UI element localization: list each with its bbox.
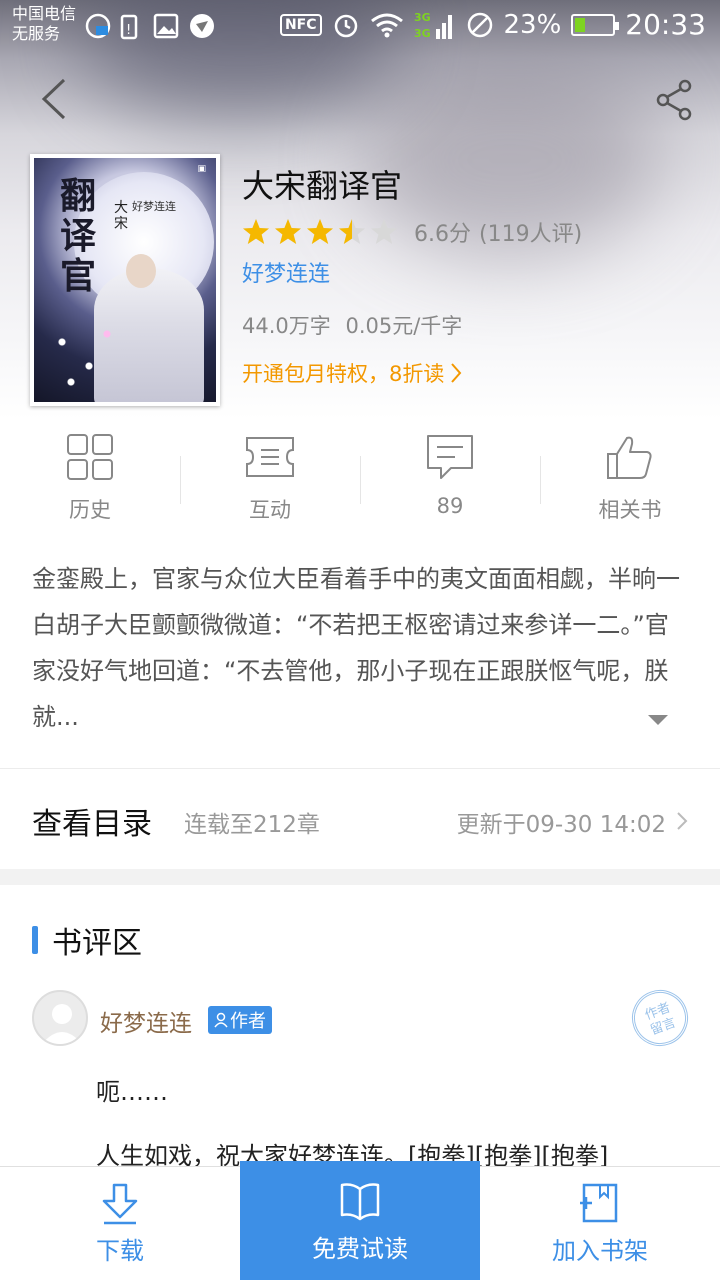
status-bar: 中国电信 无服务 ! NFC 3G 3G 23% 20:33: [0, 0, 720, 52]
word-count: 44.0万字: [242, 314, 331, 338]
carrier-info: 中国电信 无服务: [12, 4, 76, 44]
book-synopsis[interactable]: 金銮殿上，官家与众位大臣看着手中的夷文面面相觑，半晌一白胡子大臣颤颤微微道：“不…: [32, 556, 692, 740]
price: 0.05元/千字: [345, 314, 463, 338]
action-row: 历史 互动 89 相关书: [0, 432, 720, 532]
catalog-row[interactable]: 查看目录 连载至212章 更新于09-30 14:02: [0, 769, 720, 869]
image-icon: [153, 13, 179, 39]
cover-figure-head: [126, 254, 156, 288]
cover-author: 好梦连连: [132, 200, 176, 213]
related-books-button[interactable]: 相关书: [540, 432, 720, 532]
avatar[interactable]: [32, 990, 88, 1046]
free-read-label: 免费试读: [312, 1234, 408, 1263]
star-icon: [307, 219, 333, 244]
author-badge: 作者: [208, 1006, 272, 1034]
book-meta: 44.0万字 0.05元/千字: [242, 310, 582, 340]
default-avatar-icon: [42, 1004, 82, 1044]
clock: 20:33: [625, 8, 706, 41]
update-time: 更新于09-30 14:02: [456, 812, 666, 838]
ticket-icon: [246, 437, 294, 477]
battery-percent: 23%: [503, 9, 562, 40]
bookshelf-add-icon: [580, 1183, 618, 1223]
roaming-icon: [85, 13, 111, 39]
svg-text:3G: 3G: [414, 27, 431, 40]
thumbs-up-icon: [607, 436, 652, 479]
svg-text:!: !: [126, 23, 131, 38]
promo-text: 开通包月特权，8折读: [242, 362, 445, 386]
comment-icon: [427, 435, 473, 479]
cover-flowers: [44, 318, 134, 398]
book-cover[interactable]: 翻译官 大宋 好梦连连 ▣: [30, 154, 220, 406]
expand-down-icon[interactable]: [646, 712, 670, 728]
chevron-right-icon: [677, 812, 688, 830]
membership-promo[interactable]: 开通包月特权，8折读: [242, 358, 582, 388]
section-marker: [32, 926, 38, 954]
related-books-label: 相关书: [598, 498, 662, 522]
reviewer-name[interactable]: 好梦连连: [100, 1004, 192, 1038]
download-label: 下载: [96, 1237, 144, 1265]
section-gap: [0, 869, 720, 885]
book-title: 大宋翻译官: [242, 167, 403, 205]
rating-score: 6.6分: [414, 222, 471, 247]
history-button[interactable]: 历史: [0, 432, 180, 532]
app-notification-icon: [190, 14, 214, 38]
svg-text:3G: 3G: [414, 11, 431, 24]
star-icon: [371, 219, 397, 244]
book-info: 大宋翻译官 6.6分 (119人评) 好梦连连 44.0万字 0.05元/千字 …: [242, 166, 582, 388]
star-icon: [339, 219, 365, 244]
serial-status: 连载至212章: [184, 812, 320, 838]
bottom-action-bar: 下载 免费试读 加入书架: [0, 1161, 720, 1280]
reviews-header: 书评区: [32, 918, 142, 962]
comments-button[interactable]: 89: [360, 432, 540, 532]
rating-row: 6.6分 (119人评): [242, 216, 582, 248]
back-arrow-icon[interactable]: [36, 74, 76, 124]
interact-button[interactable]: 互动: [180, 432, 360, 532]
download-icon: [102, 1183, 138, 1225]
free-read-button[interactable]: 免费试读: [240, 1161, 480, 1280]
carrier-service: 无服务: [12, 24, 61, 43]
battery-alert-icon: !: [120, 14, 138, 40]
star-icon: [275, 219, 301, 244]
badge-label: 作者: [230, 1011, 266, 1032]
wifi-icon: [370, 13, 403, 37]
reviews-title: 书评区: [52, 926, 142, 961]
comments-count: 89: [436, 494, 464, 518]
cover-title: 翻译官: [60, 175, 97, 297]
star-icon: [243, 219, 269, 244]
review-text: 呃……: [96, 1078, 168, 1106]
nfc-icon: NFC: [279, 13, 322, 36]
chevron-right-icon: [451, 363, 462, 383]
carrier-name: 中国电信: [12, 4, 77, 23]
download-button[interactable]: 下载: [0, 1167, 240, 1280]
share-icon[interactable]: [654, 78, 694, 122]
add-to-shelf-button[interactable]: 加入书架: [480, 1167, 720, 1280]
author-link[interactable]: 好梦连连: [242, 256, 582, 288]
cover-art: 翻译官 大宋 好梦连连 ▣: [34, 158, 216, 402]
rating-stars: [242, 218, 398, 246]
add-to-shelf-label: 加入书架: [552, 1237, 648, 1265]
battery-icon: [571, 13, 620, 36]
status-right: NFC 3G 3G 23% 20:33: [279, 8, 706, 41]
signal-icon: 3G3G: [414, 11, 452, 40]
rating-count: (119人评): [479, 222, 583, 247]
cover-subtitle: 大宋: [114, 200, 128, 232]
alarm-icon: [334, 14, 357, 37]
stamp-text: 作者 留言: [642, 1000, 679, 1039]
catalog-title: 查看目录: [32, 807, 152, 842]
do-not-disturb-icon: [467, 12, 492, 37]
interact-label: 互动: [249, 498, 291, 522]
person-icon: [214, 1012, 228, 1028]
grid-icon: [67, 434, 113, 480]
publisher-logo: ▣: [197, 164, 206, 174]
author-comment-stamp: 作者 留言: [624, 982, 696, 1054]
history-label: 历史: [69, 498, 111, 522]
open-book-icon: [340, 1182, 380, 1220]
